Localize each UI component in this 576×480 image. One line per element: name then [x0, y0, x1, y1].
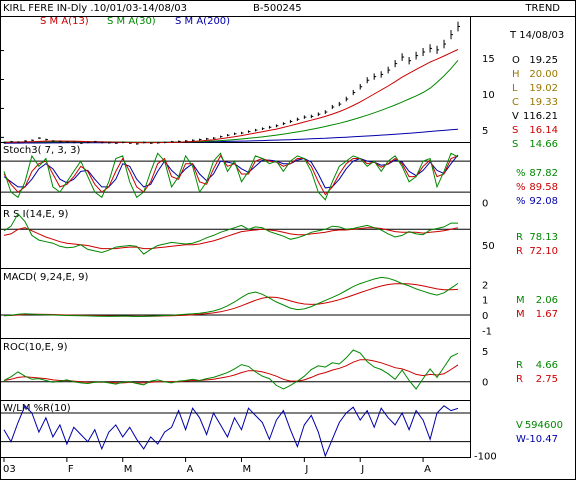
stoch-k-key: %	[516, 168, 526, 179]
last-date: T 14/08/03	[509, 30, 564, 41]
sma13-label: S M A(13)	[40, 16, 89, 27]
roc-axis-tick-label: 0	[482, 378, 488, 389]
low-key: L	[512, 83, 518, 94]
x-axis-month-label: M	[242, 464, 251, 475]
volume-key: V	[512, 111, 519, 122]
volume-value: 116.21	[523, 111, 558, 122]
sma200-label: S M A(200)	[175, 16, 230, 27]
x-axis-month-label: A	[187, 464, 194, 475]
macd-panel-label: MACD( 9,24,E, 9)	[3, 272, 89, 283]
stoch-axis-tick-label: 0	[482, 198, 488, 209]
macd-axis-tick-label: -1	[482, 326, 492, 337]
rsi-panel-label: R S I(14,E, 9)	[3, 209, 68, 220]
price-axis-tick-label: 5	[482, 126, 488, 137]
wlm-axis-tick-label: -100	[474, 451, 497, 462]
close-value: 19.33	[529, 97, 558, 108]
x-axis-month-label: A	[424, 464, 431, 475]
roc-panel-label: ROC(10,E, 9)	[3, 342, 68, 353]
rsi-signal-value: 72.10	[529, 246, 558, 257]
low-value: 19.02	[529, 83, 558, 94]
high-key: H	[512, 69, 520, 80]
sma30-value: 14.66	[529, 139, 558, 150]
roc-signal-value: 2.75	[536, 374, 558, 385]
macd-signal-key: M	[516, 309, 525, 320]
sma30-key: S	[512, 139, 518, 150]
roc-axis-tick-label: 5	[482, 347, 488, 358]
macd-value-key: M	[516, 295, 525, 306]
roc-value-key: R	[516, 360, 523, 371]
x-axis-month-label: J	[360, 464, 364, 475]
stoch-sd-value: 92.08	[529, 196, 558, 207]
stoch-d-key: %	[516, 182, 526, 193]
chart-frame: KIRL FERE IN-Dly .10/01/03-14/08/03 B-50…	[0, 0, 576, 480]
wlm-volume-key: V	[516, 420, 523, 431]
stoch-sd-key: %	[516, 196, 526, 207]
roc-value: 4.66	[536, 360, 558, 371]
wlm-panel-label: W/LM %R(10)	[3, 403, 71, 414]
wlm-volume-value: 594600	[525, 420, 563, 431]
open-key: O	[512, 55, 520, 66]
macd-axis-tick-label: 0	[482, 311, 488, 322]
sma13-key: S	[512, 125, 518, 136]
wlm-value: -10.47	[526, 434, 558, 445]
macd-axis-tick-label: 1	[482, 296, 488, 307]
rsi-axis-tick-label: 50	[482, 241, 495, 252]
price-axis-tick-label: 15	[482, 54, 495, 65]
rsi-signal-key: R	[516, 246, 523, 257]
close-key: C	[512, 97, 519, 108]
rsi-value: 78.13	[529, 232, 558, 243]
stoch-k-value: 87.82	[529, 168, 558, 179]
x-axis-month-label: M	[124, 464, 133, 475]
stoch-panel-label: Stoch3( 7, 3, 3)	[3, 145, 80, 156]
high-value: 20.00	[529, 69, 558, 80]
open-value: 19.25	[529, 55, 558, 66]
chart-code: B-500245	[253, 3, 302, 14]
x-axis-month-label: 03	[3, 464, 16, 475]
x-axis-month-label: J	[304, 464, 308, 475]
trend-label: TREND	[524, 3, 560, 14]
macd-value: 2.06	[536, 295, 558, 306]
x-axis-month-label: F	[68, 464, 74, 475]
sma13-value: 16.14	[529, 125, 558, 136]
wlm-value-key: W	[516, 434, 526, 445]
chart-title: KIRL FERE IN-Dly .10/01/03-14/08/03	[3, 3, 187, 14]
roc-signal-key: R	[516, 374, 523, 385]
sma30-label: S M A(30)	[107, 16, 156, 27]
price-axis-tick-label: 10	[482, 90, 495, 101]
macd-axis-tick-label: 2	[482, 280, 488, 291]
rsi-value-key: R	[516, 232, 523, 243]
stoch-d-value: 89.58	[529, 182, 558, 193]
macd-signal-value: 1.67	[536, 309, 558, 320]
